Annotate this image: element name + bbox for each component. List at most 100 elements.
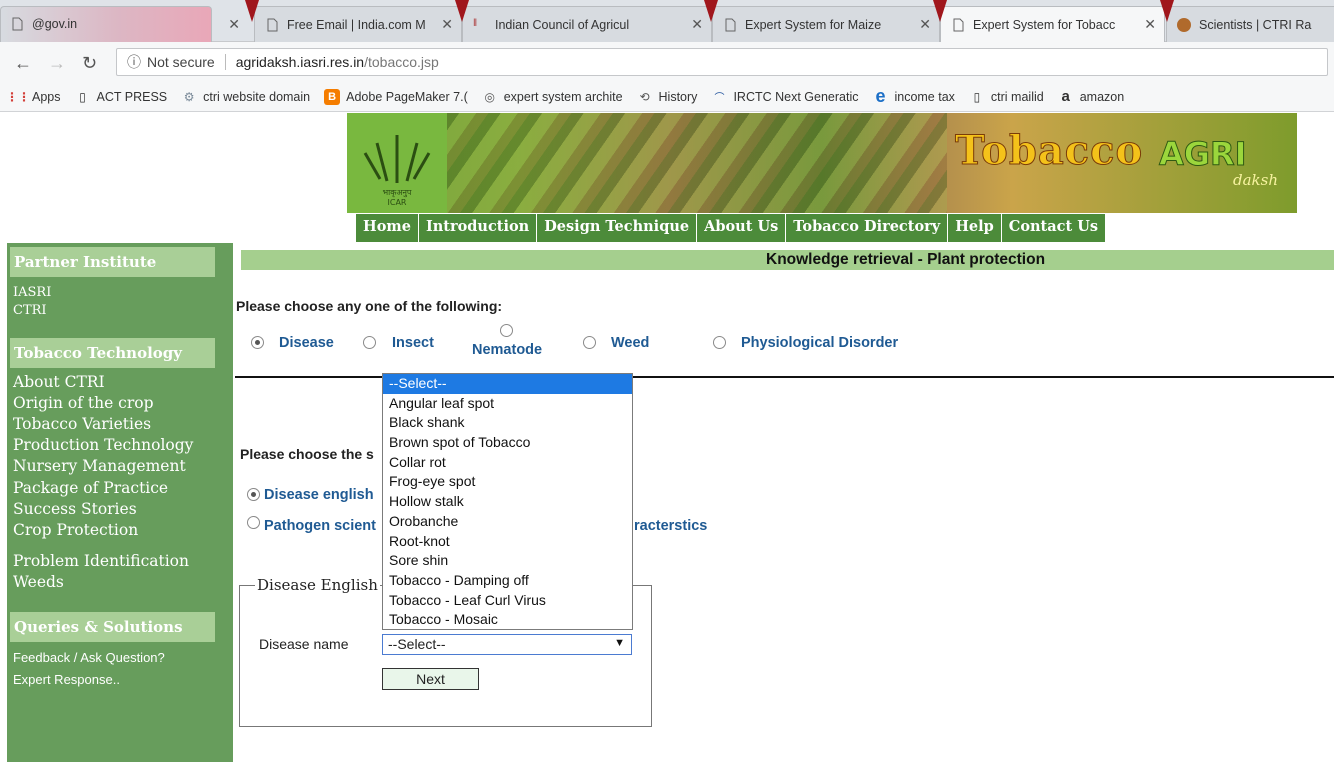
dropdown-option[interactable]: Brown spot of Tobacco — [383, 433, 632, 453]
history-icon: ⟲ — [639, 89, 650, 104]
nav-introduction[interactable]: Introduction — [419, 214, 538, 242]
page-icon — [953, 18, 964, 31]
nav-contact-us[interactable]: Contact Us — [1002, 214, 1105, 242]
bookmark-income-tax[interactable]: e income tax — [872, 86, 954, 106]
dropdown-option[interactable]: Collar rot — [383, 453, 632, 473]
security-label: Not secure — [147, 54, 215, 70]
radio-label-characteristics-tail[interactable]: racterstics — [634, 518, 707, 534]
bookmarks-bar: ⋮⋮ Apps ▯ ACT PRESS ⚙ ctri website domai… — [0, 82, 1334, 112]
close-icon[interactable]: ✕ — [228, 16, 240, 33]
sidebar-heading-technology: Tobacco Technology — [10, 338, 215, 368]
disease-name-select[interactable]: --Select-- ▼ — [382, 634, 632, 655]
bookmark-amazon[interactable]: a amazon — [1058, 88, 1125, 105]
tab-maize[interactable]: Expert System for Maize ✕ — [712, 6, 940, 42]
radio-label-pathogen-scientific[interactable]: Pathogen scient — [264, 518, 376, 534]
svg-text:भाकृअनुप: भाकृअनुप — [383, 188, 412, 198]
radio-label-nematode[interactable]: Nematode — [472, 342, 542, 358]
dropdown-option[interactable]: Hollow stalk — [383, 492, 632, 512]
page-icon: ▯ — [79, 89, 86, 104]
browser-tab-strip: @gov.in ✕ Free Email | India.com M ✕ ǁ I… — [0, 0, 1334, 42]
left-sidebar: Partner Institute IASRI CTRI Tobacco Tec… — [7, 243, 233, 762]
tab-india-email[interactable]: Free Email | India.com M ✕ — [254, 6, 462, 42]
tab-title: Free Email | India.com M — [287, 17, 426, 32]
sidebar-link-iasri[interactable]: IASRI — [13, 285, 51, 300]
banner-photo — [447, 113, 947, 213]
nav-home[interactable]: Home — [356, 214, 419, 242]
back-icon[interactable]: ← — [14, 53, 32, 74]
radio-disease[interactable] — [251, 336, 264, 349]
tab-ctri-scientists[interactable]: Scientists | CTRI Ra — [1166, 6, 1334, 42]
sidebar-link-problem-identification[interactable]: Problem Identification — [13, 552, 189, 570]
dropdown-option[interactable]: --Select-- — [383, 374, 632, 394]
bookmark-act-press[interactable]: ▯ ACT PRESS — [75, 89, 167, 105]
sidebar-link-success[interactable]: Success Stories — [13, 500, 137, 518]
radio-pathogen-scientific[interactable] — [247, 516, 260, 529]
sidebar-link-expert-response[interactable]: Expert Response.. — [13, 672, 120, 687]
bookmark-pagemaker[interactable]: B Adobe PageMaker 7.( — [324, 88, 468, 105]
bookmark-ctri-domain[interactable]: ⚙ ctri website domain — [181, 89, 310, 105]
tab-icar[interactable]: ǁ Indian Council of Agricul ✕ — [462, 6, 712, 42]
nav-about-us[interactable]: About Us — [697, 214, 787, 242]
radio-disease-english[interactable] — [247, 488, 260, 501]
radio-nematode[interactable] — [500, 324, 513, 337]
reload-icon[interactable]: ↻ — [82, 53, 97, 74]
forward-icon[interactable]: → — [48, 53, 66, 74]
site-banner: भाकृअनुप ICAR Tobacco AGRI daksh — [347, 113, 1297, 213]
dropdown-option[interactable]: Tobacco - Damping off — [383, 571, 632, 591]
tab-gov[interactable]: @gov.in ✕ — [0, 6, 248, 42]
sidebar-link-package[interactable]: Package of Practice — [13, 479, 168, 497]
radio-weed[interactable] — [583, 336, 596, 349]
sidebar-link-about-ctri[interactable]: About CTRI — [13, 373, 105, 391]
tab-title: @gov.in — [32, 17, 78, 31]
bookmark-label: Adobe PageMaker 7.( — [346, 89, 468, 104]
bookmark-apps[interactable]: ⋮⋮ Apps — [6, 89, 61, 105]
icar-logo: भाकृअनुप ICAR — [347, 113, 447, 213]
radio-label-weed[interactable]: Weed — [611, 335, 649, 351]
close-icon[interactable]: ✕ — [919, 16, 931, 33]
bookmark-irctc[interactable]: ⌒ IRCTC Next Generatic — [711, 89, 858, 105]
banner-brand-tobacco: Tobacco — [954, 127, 1144, 175]
bookmark-label: ctri mailid — [990, 89, 1044, 104]
close-icon[interactable]: ✕ — [1144, 16, 1156, 33]
next-button[interactable]: Next — [382, 668, 479, 690]
close-icon[interactable]: ✕ — [441, 16, 453, 33]
sidebar-link-origin[interactable]: Origin of the crop — [13, 394, 154, 412]
sidebar-link-varieties[interactable]: Tobacco Varieties — [13, 415, 151, 433]
radio-label-disease[interactable]: Disease — [279, 335, 334, 351]
gear-globe-icon: ⚙ — [183, 89, 195, 104]
sidebar-link-crop-protection[interactable]: Crop Protection — [13, 521, 138, 539]
bookmark-history[interactable]: ⟲ History — [637, 89, 698, 105]
swirl-icon: ◎ — [484, 89, 495, 104]
dropdown-option[interactable]: Tobacco - Leaf Curl Virus — [383, 591, 632, 611]
close-icon[interactable]: ✕ — [691, 16, 703, 33]
banner-brand-daksh: daksh — [1233, 171, 1278, 189]
radio-insect[interactable] — [363, 336, 376, 349]
nav-design-technique[interactable]: Design Technique — [537, 214, 698, 242]
dropdown-option[interactable]: Black shank — [383, 413, 632, 433]
dropdown-option[interactable]: Angular leaf spot — [383, 394, 632, 414]
sidebar-link-nursery[interactable]: Nursery Management — [13, 457, 186, 475]
sidebar-link-weeds[interactable]: Weeds — [13, 573, 64, 591]
tab-tobacco[interactable]: Expert System for Tobacc ✕ — [940, 6, 1165, 42]
dropdown-option[interactable]: Frog-eye spot — [383, 472, 632, 492]
radio-label-disease-english[interactable]: Disease english — [264, 487, 374, 503]
address-bar[interactable]: ⓘ Not secure agridaksh.iasri.res.in /tob… — [116, 48, 1328, 76]
sidebar-link-production[interactable]: Production Technology — [13, 436, 193, 454]
nav-help[interactable]: Help — [948, 214, 1002, 242]
sidebar-link-feedback[interactable]: Feedback / Ask Question? — [13, 650, 165, 665]
bookmark-ctri-mail[interactable]: ▯ ctri mailid — [969, 89, 1044, 105]
radio-physiological-disorder[interactable] — [713, 336, 726, 349]
info-icon[interactable]: ⓘ — [127, 52, 141, 72]
divider — [224, 54, 226, 70]
dropdown-option[interactable]: Orobanche — [383, 512, 632, 532]
sidebar-heading-queries: Queries & Solutions — [10, 612, 215, 642]
dropdown-option[interactable]: Root-knot — [383, 532, 632, 552]
radio-label-insect[interactable]: Insect — [392, 335, 434, 351]
nav-tobacco-directory[interactable]: Tobacco Directory — [786, 214, 949, 242]
sidebar-link-ctri[interactable]: CTRI — [13, 303, 47, 318]
tab-marker — [455, 0, 469, 22]
bookmark-expert-system[interactable]: ◎ expert system archite — [482, 89, 622, 105]
radio-label-physiological-disorder[interactable]: Physiological Disorder — [741, 335, 898, 351]
dropdown-option[interactable]: Tobacco - Mosaic — [383, 610, 632, 630]
dropdown-option[interactable]: Sore shin — [383, 551, 632, 571]
